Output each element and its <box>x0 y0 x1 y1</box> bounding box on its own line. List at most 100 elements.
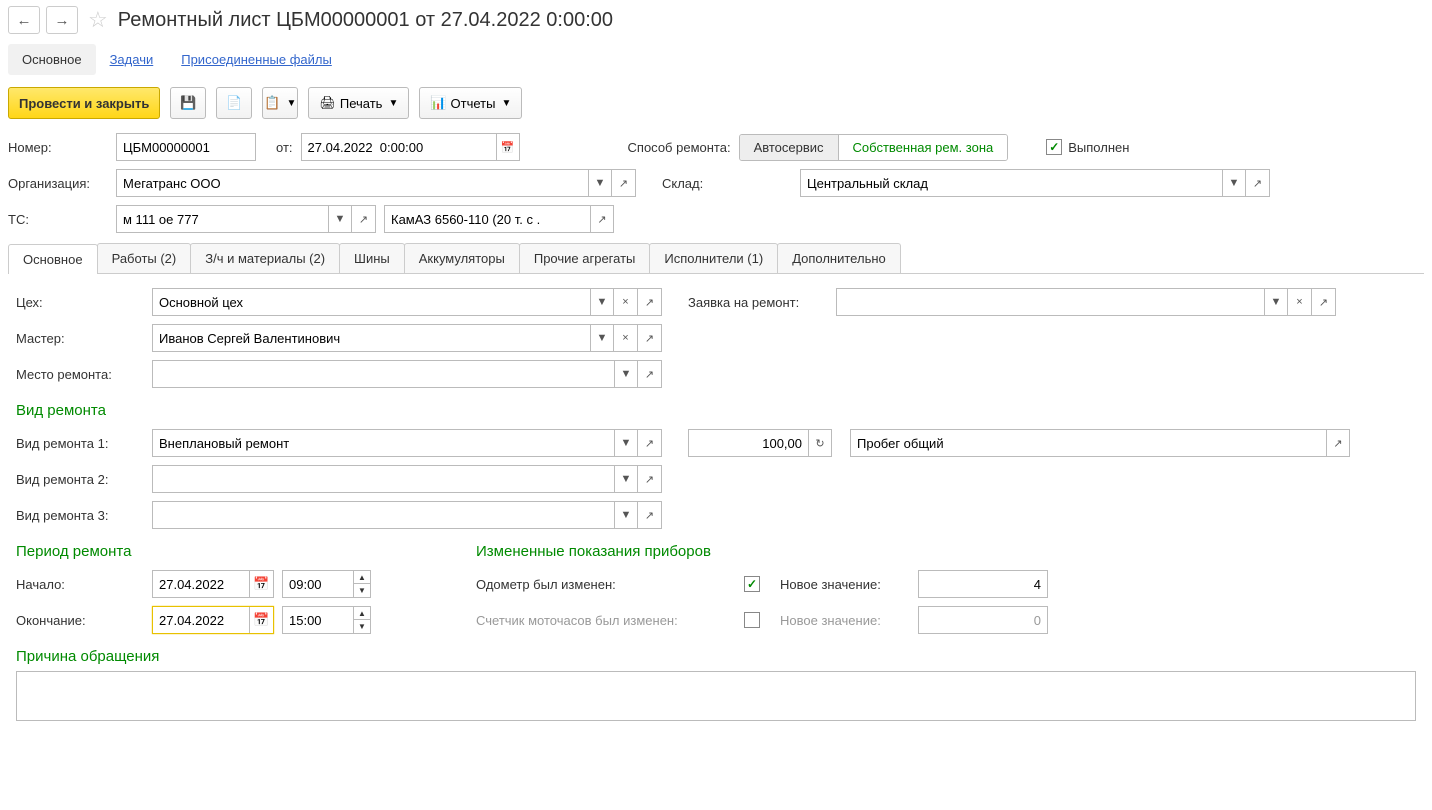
warehouse-dropdown-icon[interactable]: ▼ <box>1222 169 1246 197</box>
reports-button[interactable]: 📊 Отчеты ▼ <box>419 87 522 119</box>
end-calendar-icon[interactable]: 📅 <box>249 607 273 633</box>
workshop-input[interactable] <box>152 288 590 316</box>
method-autoservice[interactable]: Автосервис <box>740 135 839 160</box>
type1-dropdown-icon[interactable]: ▼ <box>614 429 638 457</box>
reports-icon: 📊 <box>430 95 446 111</box>
type2-input[interactable] <box>152 465 614 493</box>
print-icon: 🖨 <box>319 95 336 111</box>
method-label: Способ ремонта: <box>628 140 731 155</box>
nav-tab-main[interactable]: Основное <box>8 44 96 75</box>
workshop-open-icon[interactable]: ↗ <box>638 288 662 316</box>
star-icon[interactable]: ☆ <box>88 7 108 33</box>
org-input[interactable] <box>116 169 588 197</box>
type3-open-icon[interactable]: ↗ <box>638 501 662 529</box>
odometer-new-input[interactable] <box>918 570 1048 598</box>
ts-label: ТС: <box>8 212 108 227</box>
end-time-up[interactable]: ▲ <box>354 607 370 620</box>
start-label: Начало: <box>16 577 144 592</box>
place-input[interactable] <box>152 360 614 388</box>
create-based-button[interactable]: 📋▼ <box>262 87 298 119</box>
refresh-icon[interactable]: ↻ <box>808 429 832 457</box>
print-button[interactable]: 🖨 Печать ▼ <box>308 87 409 119</box>
nav-tab-files[interactable]: Присоединенные файлы <box>167 44 346 75</box>
tab-main[interactable]: Основное <box>8 244 98 274</box>
nav-forward-button[interactable]: → <box>46 6 78 34</box>
master-label: Мастер: <box>16 331 144 346</box>
type3-label: Вид ремонта 3: <box>16 508 144 523</box>
tab-batteries[interactable]: Аккумуляторы <box>404 243 520 273</box>
repair-method-toggle: Автосервис Собственная рем. зона <box>739 134 1009 161</box>
tab-parts[interactable]: З/ч и материалы (2) <box>190 243 340 273</box>
ts-model-open-icon[interactable]: ↗ <box>590 205 614 233</box>
motohours-checkbox[interactable]: ✓ <box>744 612 760 628</box>
warehouse-input[interactable] <box>800 169 1222 197</box>
type1-label: Вид ремонта 1: <box>16 436 144 451</box>
nav-tab-tasks[interactable]: Задачи <box>96 44 168 75</box>
type2-label: Вид ремонта 2: <box>16 472 144 487</box>
post-button[interactable]: 📄 <box>216 87 252 119</box>
save-close-button[interactable]: Провести и закрыть <box>8 87 160 119</box>
master-input[interactable] <box>152 324 590 352</box>
request-input[interactable] <box>836 288 1264 316</box>
type2-open-icon[interactable]: ↗ <box>638 465 662 493</box>
motohours-label: Счетчик моточасов был изменен: <box>476 613 736 628</box>
type3-input[interactable] <box>152 501 614 529</box>
type1-input[interactable] <box>152 429 614 457</box>
create-based-icon: 📋 <box>264 95 280 111</box>
end-date-input[interactable] <box>153 607 249 633</box>
start-time-up[interactable]: ▲ <box>354 571 370 584</box>
nav-back-button[interactable]: ← <box>8 6 40 34</box>
calendar-icon[interactable]: 📅 <box>496 133 520 161</box>
save-button[interactable]: 💾 <box>170 87 206 119</box>
master-clear-icon[interactable]: × <box>614 324 638 352</box>
ts-open-icon[interactable]: ↗ <box>352 205 376 233</box>
reason-textarea[interactable] <box>16 671 1416 721</box>
workshop-dropdown-icon[interactable]: ▼ <box>590 288 614 316</box>
reason-section: Причина обращения <box>8 638 1424 671</box>
place-label: Место ремонта: <box>16 367 144 382</box>
start-time-down[interactable]: ▼ <box>354 584 370 597</box>
post-icon: 📄 <box>226 95 242 111</box>
request-clear-icon[interactable]: × <box>1288 288 1312 316</box>
start-date-input[interactable] <box>153 571 249 597</box>
tab-other[interactable]: Прочие агрегаты <box>519 243 651 273</box>
org-dropdown-icon[interactable]: ▼ <box>588 169 612 197</box>
start-calendar-icon[interactable]: 📅 <box>249 571 273 597</box>
mileage-type-open-icon[interactable]: ↗ <box>1326 429 1350 457</box>
repair-type-section: Вид ремонта <box>8 392 1424 425</box>
done-checkbox[interactable]: ✓ <box>1046 139 1062 155</box>
workshop-clear-icon[interactable]: × <box>614 288 638 316</box>
type2-dropdown-icon[interactable]: ▼ <box>614 465 638 493</box>
odometer-checkbox[interactable]: ✓ <box>744 576 760 592</box>
tab-works[interactable]: Работы (2) <box>97 243 192 273</box>
date-input[interactable] <box>301 133 496 161</box>
ts-model-input[interactable] <box>384 205 590 233</box>
master-dropdown-icon[interactable]: ▼ <box>590 324 614 352</box>
number-input[interactable] <box>116 133 256 161</box>
tab-tires[interactable]: Шины <box>339 243 405 273</box>
type3-dropdown-icon[interactable]: ▼ <box>614 501 638 529</box>
workshop-label: Цех: <box>16 295 144 310</box>
method-own[interactable]: Собственная рем. зона <box>839 135 1008 160</box>
org-open-icon[interactable]: ↗ <box>612 169 636 197</box>
tab-extra[interactable]: Дополнительно <box>777 243 901 273</box>
start-time-input[interactable] <box>283 571 353 597</box>
request-open-icon[interactable]: ↗ <box>1312 288 1336 316</box>
motohours-new-input <box>918 606 1048 634</box>
warehouse-label: Склад: <box>662 176 792 191</box>
request-dropdown-icon[interactable]: ▼ <box>1264 288 1288 316</box>
changed-section: Измененные показания приборов <box>468 533 1424 566</box>
end-time-input[interactable] <box>283 607 353 633</box>
tab-executors[interactable]: Исполнители (1) <box>649 243 778 273</box>
warehouse-open-icon[interactable]: ↗ <box>1246 169 1270 197</box>
end-time-down[interactable]: ▼ <box>354 620 370 633</box>
place-open-icon[interactable]: ↗ <box>638 360 662 388</box>
type1-open-icon[interactable]: ↗ <box>638 429 662 457</box>
mileage-type-input[interactable] <box>850 429 1326 457</box>
master-open-icon[interactable]: ↗ <box>638 324 662 352</box>
ts-dropdown-icon[interactable]: ▼ <box>328 205 352 233</box>
place-dropdown-icon[interactable]: ▼ <box>614 360 638 388</box>
request-label: Заявка на ремонт: <box>688 295 828 310</box>
ts-input[interactable] <box>116 205 328 233</box>
mileage-value-input[interactable] <box>688 429 808 457</box>
